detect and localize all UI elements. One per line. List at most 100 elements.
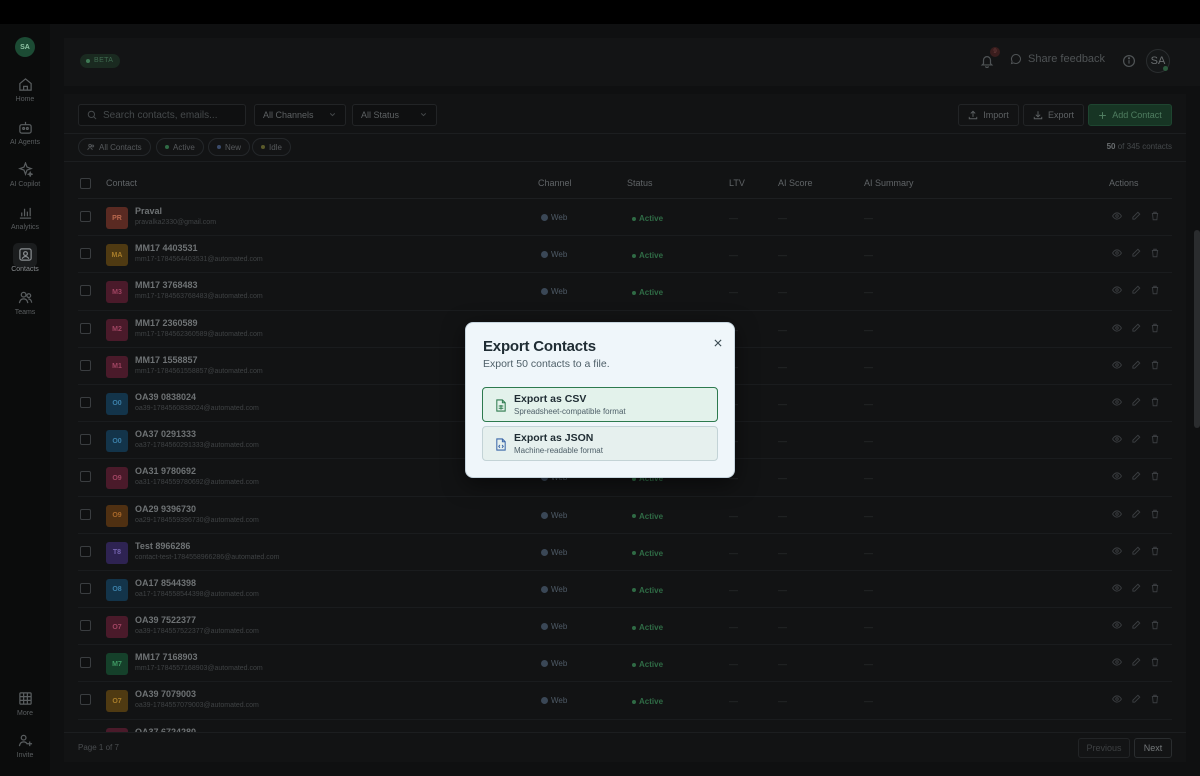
column-header[interactable]: Contact (106, 178, 137, 188)
view-icon[interactable] (1112, 583, 1122, 593)
trash-icon[interactable] (1150, 285, 1160, 295)
view-icon[interactable] (1112, 360, 1122, 370)
edit-icon[interactable] (1131, 248, 1141, 258)
row-checkbox[interactable] (80, 434, 91, 446)
sidebar-item-contacts[interactable]: Contacts (0, 247, 50, 273)
contact-name[interactable]: MM17 4403531 (135, 243, 198, 253)
view-icon[interactable] (1112, 546, 1122, 556)
share-feedback-button[interactable]: Share feedback (1010, 53, 1105, 65)
column-header[interactable]: LTV (729, 178, 745, 188)
view-icon[interactable] (1112, 323, 1122, 333)
row-checkbox[interactable] (80, 582, 91, 594)
contact-name[interactable]: OA31 9780692 (135, 466, 196, 476)
export-button[interactable]: Export (1023, 104, 1084, 126)
contact-name[interactable]: MM17 3768483 (135, 280, 198, 290)
filter-chip-all-contacts[interactable]: All Contacts (78, 138, 151, 156)
sidebar-item-ai-agents[interactable]: AI Agents (0, 120, 50, 146)
contact-name[interactable]: OA39 7079003 (135, 689, 196, 699)
sidebar-item-teams[interactable]: Teams (0, 290, 50, 316)
table-row[interactable]: O8 OA17 8544398 oa17-1784558544398@automat… (78, 571, 1172, 609)
status-filter-select[interactable]: All Status (352, 104, 437, 126)
row-checkbox[interactable] (80, 211, 91, 222)
sidebar-item-home[interactable]: Home (0, 77, 50, 103)
table-row[interactable]: PR Praval pravalka2330@gmail.com Web Active —… (78, 199, 1172, 237)
sidebar-item-invite[interactable]: Invite (0, 733, 50, 759)
workspace-avatar[interactable]: SA (15, 37, 35, 57)
search-input[interactable]: Search contacts, emails... (78, 104, 246, 126)
view-icon[interactable] (1112, 694, 1122, 704)
table-row[interactable]: O7 OA39 7522377 oa39-1784557522377@automat… (78, 608, 1172, 646)
edit-icon[interactable] (1131, 657, 1141, 667)
add-contact-button[interactable]: Add Contact (1088, 104, 1172, 126)
edit-icon[interactable] (1131, 583, 1141, 593)
table-row[interactable]: MA MM17 4403531 mm17-1784564403531@automat… (78, 236, 1172, 274)
sidebar-item-ai-copilot[interactable]: AI Copilot (0, 162, 50, 188)
contact-name[interactable]: MM17 2360589 (135, 318, 198, 328)
filter-chip-active[interactable]: Active (156, 138, 204, 156)
contact-name[interactable]: OA39 7522377 (135, 615, 196, 625)
view-icon[interactable] (1112, 620, 1122, 630)
row-checkbox[interactable] (80, 322, 91, 334)
export-csv-option[interactable]: Export as CSV Spreadsheet-compatible for… (482, 387, 718, 422)
row-checkbox[interactable] (80, 657, 91, 669)
row-checkbox[interactable] (80, 285, 91, 297)
select-all-checkbox[interactable] (80, 178, 91, 189)
trash-icon[interactable] (1150, 323, 1160, 333)
edit-icon[interactable] (1131, 285, 1141, 295)
previous-page-button[interactable]: Previous (1078, 738, 1130, 758)
edit-icon[interactable] (1131, 397, 1141, 407)
view-icon[interactable] (1112, 397, 1122, 407)
trash-icon[interactable] (1150, 434, 1160, 444)
table-row[interactable]: M3 MM17 3768483 mm17-1784563768483@automat… (78, 273, 1172, 311)
import-button[interactable]: Import (958, 104, 1019, 126)
sidebar-item-analytics[interactable]: Analytics (0, 205, 50, 231)
contact-name[interactable]: OA37 0291333 (135, 429, 196, 439)
contact-name[interactable]: OA17 8544398 (135, 578, 196, 588)
column-header[interactable]: AI Score (778, 178, 813, 188)
row-checkbox[interactable] (80, 396, 91, 408)
row-checkbox[interactable] (80, 545, 91, 557)
view-icon[interactable] (1112, 657, 1122, 667)
table-row[interactable]: M7 MM17 7168903 mm17-1784557168903@automat… (78, 645, 1172, 683)
contact-name[interactable]: MM17 7168903 (135, 652, 198, 662)
row-checkbox[interactable] (80, 508, 91, 520)
row-checkbox[interactable] (80, 620, 91, 632)
column-header[interactable]: Channel (538, 178, 572, 188)
channel-filter-select[interactable]: All Channels (254, 104, 346, 126)
table-scrollbar[interactable] (1194, 230, 1200, 428)
table-row[interactable]: O7 OA39 7079003 oa39-1784557079003@automat… (78, 682, 1172, 720)
edit-icon[interactable] (1131, 509, 1141, 519)
column-header[interactable]: Status (627, 178, 653, 188)
edit-icon[interactable] (1131, 471, 1141, 481)
contact-name[interactable]: Test 8966286 (135, 541, 190, 551)
edit-icon[interactable] (1131, 211, 1141, 221)
trash-icon[interactable] (1150, 546, 1160, 556)
table-row[interactable]: O9 OA29 9396730 oa29-1784559396730@automat… (78, 497, 1172, 534)
view-icon[interactable] (1112, 211, 1122, 221)
view-icon[interactable] (1112, 285, 1122, 295)
filter-chip-new[interactable]: New (208, 138, 251, 156)
trash-icon[interactable] (1150, 657, 1160, 667)
column-header[interactable]: AI Summary (864, 178, 914, 188)
trash-icon[interactable] (1150, 509, 1160, 519)
view-icon[interactable] (1112, 471, 1122, 481)
row-checkbox[interactable] (80, 471, 91, 483)
next-page-button[interactable]: Next (1134, 738, 1172, 758)
row-checkbox[interactable] (80, 359, 91, 371)
contact-name[interactable]: MM17 1558857 (135, 355, 198, 365)
trash-icon[interactable] (1150, 360, 1160, 370)
trash-icon[interactable] (1150, 583, 1160, 593)
trash-icon[interactable] (1150, 694, 1160, 704)
export-json-option[interactable]: Export as JSON Machine-readable format (482, 426, 718, 461)
contact-name[interactable]: Praval (135, 206, 162, 216)
trash-icon[interactable] (1150, 211, 1160, 221)
edit-icon[interactable] (1131, 546, 1141, 556)
help-button[interactable] (1122, 54, 1136, 73)
notifications-button[interactable] (980, 54, 994, 73)
view-icon[interactable] (1112, 434, 1122, 444)
filter-chip-idle[interactable]: Idle (252, 138, 291, 156)
trash-icon[interactable] (1150, 620, 1160, 630)
trash-icon[interactable] (1150, 397, 1160, 407)
edit-icon[interactable] (1131, 360, 1141, 370)
contact-name[interactable]: OA39 0838024 (135, 392, 196, 402)
